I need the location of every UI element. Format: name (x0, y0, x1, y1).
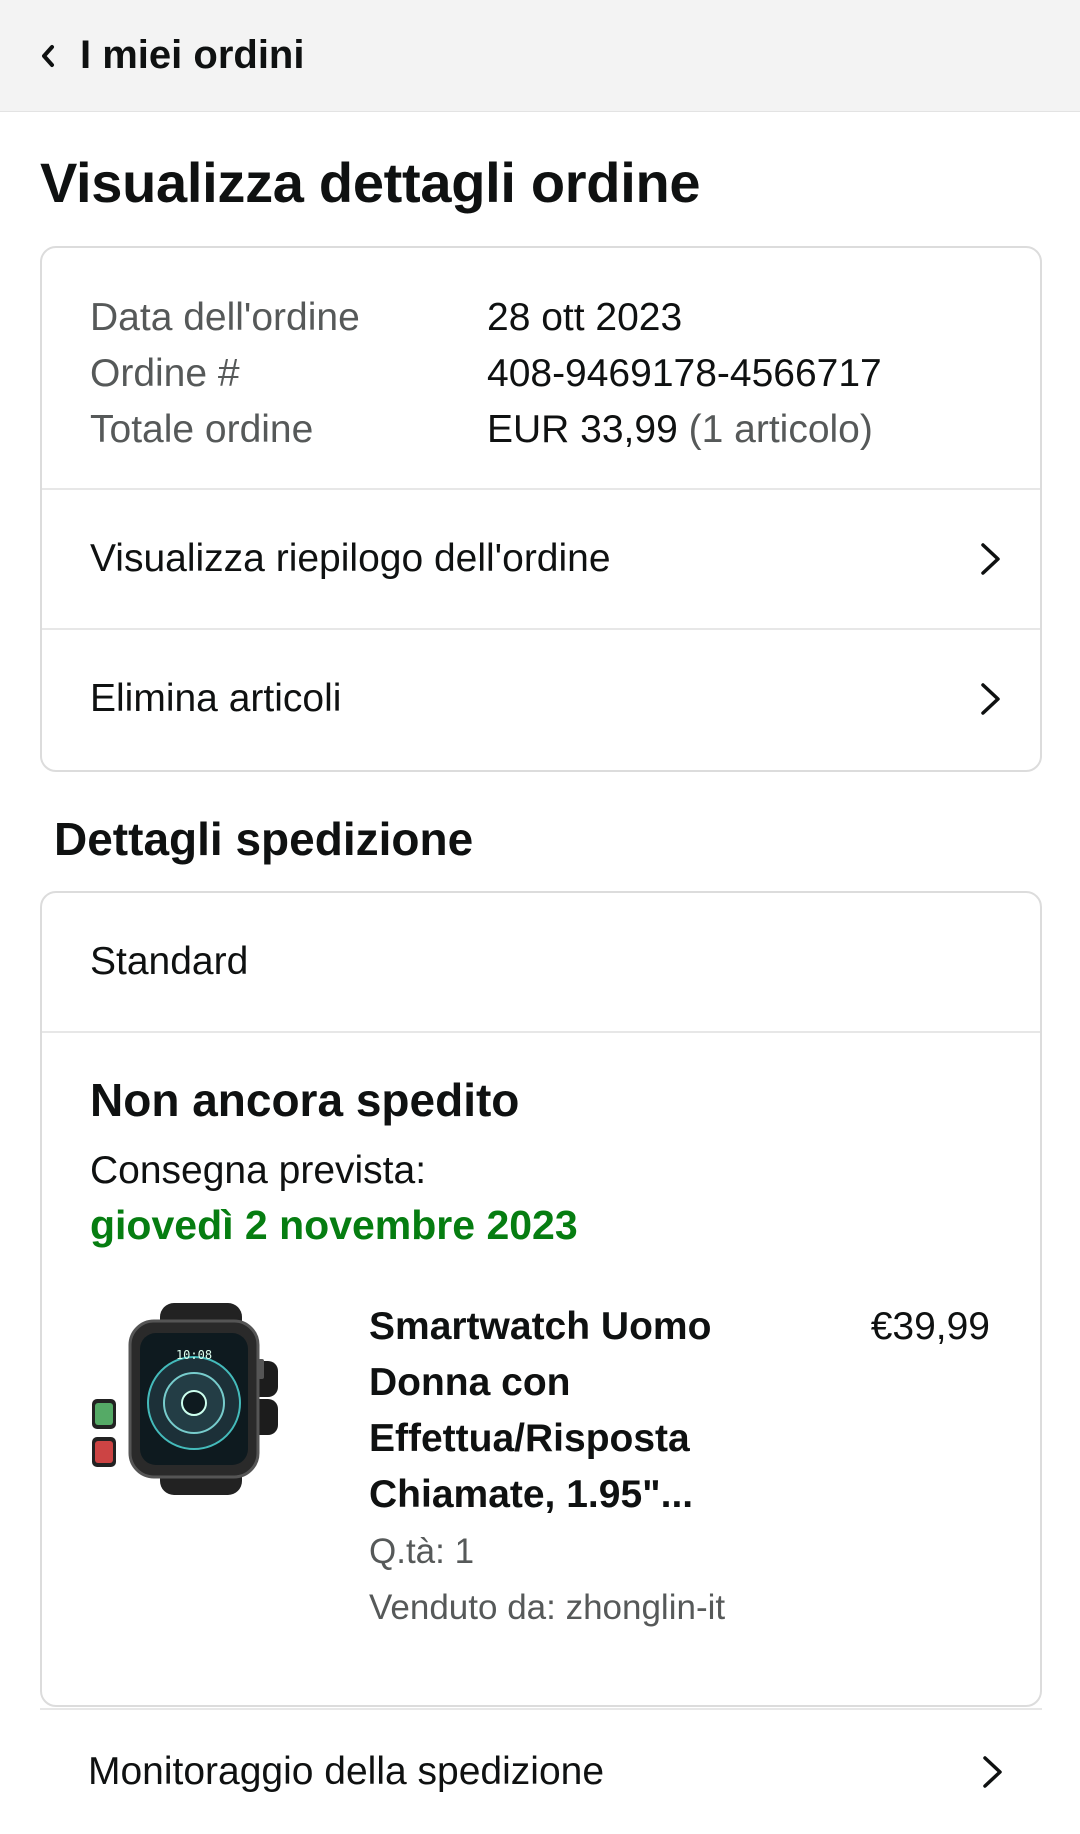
order-info-card: Data dell'ordine 28 ott 2023 Ordine # 40… (40, 246, 1042, 772)
chevron-left-icon[interactable] (38, 42, 58, 70)
shipment-status: Non ancora spedito (90, 1074, 520, 1126)
back-to-orders-link[interactable]: I miei ordini (80, 33, 304, 78)
shipping-type: Standard (42, 893, 1040, 1033)
view-order-summary-link[interactable]: Visualizza riepilogo dell'ordine (42, 488, 1040, 628)
shipping-section-title: Dettagli spedizione (54, 813, 474, 865)
order-date-label: Data dell'ordine (90, 296, 360, 339)
chevron-right-icon (978, 679, 1004, 719)
order-date-value: 28 ott 2023 (487, 296, 683, 339)
product-price: €39,99 (870, 1305, 990, 1348)
order-number-row: Ordine # 408-9469178-4566717 (90, 346, 992, 402)
product-seller: Venduto da: zhonglin-it (369, 1588, 726, 1627)
shipment-body: Non ancora spedito Consegna prevista: gi… (42, 1033, 1040, 1639)
top-bar: I miei ordini (0, 0, 1080, 112)
page-title: Visualizza dettagli ordine (40, 151, 701, 214)
order-info: Data dell'ordine 28 ott 2023 Ordine # 40… (42, 248, 1040, 488)
order-number-value: 408-9469178-4566717 (487, 352, 882, 395)
delete-items-label: Elimina articoli (90, 677, 342, 720)
order-number-label: Ordine # (90, 352, 240, 395)
chevron-right-icon (980, 1752, 1006, 1792)
track-shipment-link[interactable]: Monitoraggio della spedizione (40, 1708, 1042, 1834)
delete-items-link[interactable]: Elimina articoli (42, 628, 1040, 768)
view-order-summary-label: Visualizza riepilogo dell'ordine (90, 537, 611, 580)
product-title-link[interactable]: Smartwatch Uomo Donna con Effettua/Rispo… (369, 1299, 769, 1523)
order-total-amount: EUR 33,99 (487, 408, 678, 451)
order-total-label: Totale ordine (90, 408, 314, 451)
track-shipment-label: Monitoraggio della spedizione (88, 1750, 605, 1793)
watch-face-time: 10:08 (176, 1348, 212, 1362)
order-total-row: Totale ordine EUR 33,99 (1 articolo) (90, 402, 992, 458)
product-quantity: Q.tà: 1 (369, 1532, 475, 1571)
order-date-row: Data dell'ordine 28 ott 2023 (90, 290, 992, 346)
order-item: 10:08 Smartwatch Uomo Donna con Effettua… (90, 1299, 992, 1639)
product-image[interactable]: 10:08 (90, 1299, 290, 1499)
shipment-card: Standard Non ancora spedito Consegna pre… (40, 891, 1042, 1707)
expected-delivery-date: giovedì 2 novembre 2023 (90, 1202, 578, 1248)
chevron-right-icon (978, 539, 1004, 579)
expected-delivery-label: Consegna prevista: (90, 1149, 427, 1192)
order-total-value: EUR 33,99 (1 articolo) (487, 402, 873, 458)
order-item-count: (1 articolo) (688, 408, 873, 451)
